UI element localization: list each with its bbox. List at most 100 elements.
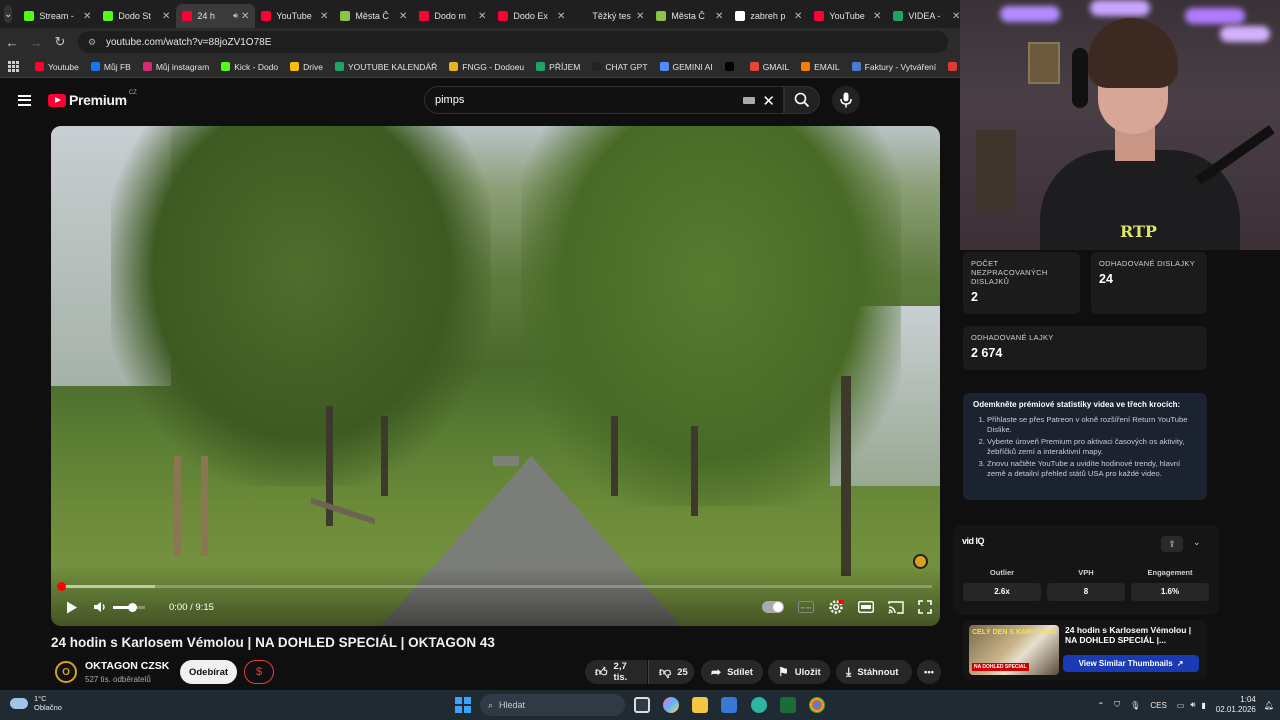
bookmark-item[interactable]: FNGG - Dodoeu xyxy=(449,62,524,72)
notifications-icon[interactable]: 🔔︎ xyxy=(1264,701,1274,710)
browser-tab[interactable]: Dodo St ✕ xyxy=(97,4,176,28)
bookmark-item[interactable]: Můj FB xyxy=(90,62,131,72)
close-tab-icon[interactable]: ✕ xyxy=(399,11,407,22)
subtitles-button[interactable] xyxy=(798,596,814,618)
browser-tab[interactable]: Města Č ✕ xyxy=(650,4,729,28)
back-icon[interactable]: ← xyxy=(0,35,24,50)
speaker-icon[interactable]: 🔊︎ xyxy=(1190,700,1195,710)
progress-bar[interactable] xyxy=(57,582,932,591)
url-field[interactable]: ⚙ youtube.com/watch?v=88joZV1O78E xyxy=(78,31,948,53)
bookmark-label: Youtube xyxy=(48,61,79,72)
close-tab-icon[interactable]: ✕ xyxy=(83,11,91,22)
language-indicator[interactable]: CES xyxy=(1150,701,1166,710)
browser-tab[interactable]: YouTube ✕ xyxy=(808,4,887,28)
browser-tab[interactable]: Těžký tes ✕ xyxy=(571,4,650,28)
reload-icon[interactable]: ↻ xyxy=(48,34,72,50)
microphone-icon xyxy=(840,92,852,108)
bookmark-item[interactable]: Youtube xyxy=(35,62,79,72)
play-button[interactable] xyxy=(65,596,79,618)
browser-tab[interactable]: YouTube ✕ xyxy=(255,4,334,28)
tab-audio-icon[interactable]: 🔊︎ xyxy=(233,11,238,21)
theater-mode-button[interactable] xyxy=(858,596,874,618)
scrubber-handle[interactable] xyxy=(57,582,66,591)
bookmark-item[interactable]: Kick - Dodo xyxy=(221,62,278,72)
forward-icon[interactable]: → xyxy=(24,35,48,50)
cast-button[interactable] xyxy=(888,596,904,618)
bookmark-item[interactable]: Můj instagram xyxy=(142,62,209,72)
voice-search-button[interactable] xyxy=(832,86,860,114)
bookmark-item[interactable]: EMAIL xyxy=(801,62,840,72)
network-icon[interactable]: ▭ xyxy=(1177,701,1185,710)
chevron-up-icon[interactable]: ⌃ xyxy=(1097,701,1104,710)
close-tab-icon[interactable]: ✕ xyxy=(715,11,723,22)
copilot-icon[interactable] xyxy=(663,697,679,713)
close-tab-icon[interactable]: ✕ xyxy=(873,11,881,22)
vidiq-share-button[interactable]: ⇪ xyxy=(1161,536,1183,552)
browser-tab[interactable]: VIDEA - ✕ xyxy=(887,4,966,28)
save-button[interactable]: ⚑ Uložit xyxy=(768,660,830,684)
clear-search-icon[interactable]: ✕ xyxy=(762,92,775,110)
edge-icon[interactable] xyxy=(751,697,767,713)
chrome-icon[interactable] xyxy=(809,697,825,713)
tab-search-icon[interactable]: ⌄ xyxy=(4,5,13,23)
youtube-logo[interactable]: Premium CZ xyxy=(48,90,137,108)
settings-button[interactable] xyxy=(828,596,844,618)
windows-start-icon[interactable] xyxy=(455,697,471,713)
bookmark-item[interactable]: Drive xyxy=(290,62,323,72)
menu-icon[interactable] xyxy=(18,92,31,108)
browser-tab[interactable]: Dodo Ex ✕ xyxy=(492,4,571,28)
keyboard-icon[interactable] xyxy=(743,97,755,104)
close-tab-icon[interactable]: ✕ xyxy=(636,11,644,22)
vpn-icon[interactable]: ⛉ xyxy=(1114,700,1120,710)
volume-slider[interactable] xyxy=(113,602,145,612)
video-player[interactable]: 0:00 / 9:15 xyxy=(51,126,940,626)
close-tab-icon[interactable]: ✕ xyxy=(162,11,170,22)
close-tab-icon[interactable]: ✕ xyxy=(320,11,328,22)
join-button[interactable]: $ xyxy=(244,660,274,684)
file-explorer-icon[interactable] xyxy=(692,697,708,713)
bookmark-item[interactable]: CHAT GPT xyxy=(592,62,648,72)
apps-grid-icon[interactable] xyxy=(8,61,19,72)
channel-name[interactable]: OKTAGON CZSK xyxy=(85,660,169,672)
search-input[interactable]: pimps ✕ xyxy=(424,86,784,114)
clock[interactable]: 1:04 02.01.2026 xyxy=(1216,695,1256,715)
battery-icon[interactable]: ▮ xyxy=(1201,701,1205,710)
bookmark-item[interactable]: YOUTUBE KALENDÁŘ xyxy=(334,62,437,72)
bookmark-item[interactable]: GMAIL xyxy=(749,62,789,72)
chevron-down-icon[interactable]: ⌄ xyxy=(1193,537,1201,548)
browser-tab[interactable]: zabreh p ✕ xyxy=(729,4,808,28)
view-similar-thumbnails-button[interactable]: View Similar Thumbnails ↗ xyxy=(1063,655,1199,672)
browser-tab[interactable]: 24 h 🔊︎ ✕ xyxy=(176,4,256,28)
mic-tray-icon[interactable]: 🎙︎ xyxy=(1130,701,1140,710)
bookmark-icon xyxy=(536,62,546,71)
video-thumbnail[interactable]: CELÝ DEN S KARLOSEM NA DOHLED SPECIAL xyxy=(969,625,1059,675)
channel-avatar[interactable]: O xyxy=(55,661,77,683)
browser-tab[interactable]: Dodo m ✕ xyxy=(413,4,492,28)
close-tab-icon[interactable]: ✕ xyxy=(241,11,249,22)
site-info-icon[interactable]: ⚙ xyxy=(88,37,98,47)
dislike-button[interactable]: 👎︎ 25 xyxy=(648,660,694,684)
close-tab-icon[interactable]: ✕ xyxy=(794,11,802,22)
task-view-icon[interactable] xyxy=(634,697,650,713)
taskbar-search-input[interactable]: ⌕ Hledat xyxy=(480,694,625,716)
weather-widget[interactable]: 1°C Oblačno xyxy=(10,694,62,712)
mute-button[interactable] xyxy=(93,596,107,618)
autoplay-toggle[interactable] xyxy=(762,601,784,613)
bookmark-item[interactable] xyxy=(724,62,738,71)
browser-tab[interactable]: Města Č ✕ xyxy=(334,4,413,28)
bookmark-item[interactable]: Faktury - Vytváření xyxy=(851,62,936,72)
close-tab-icon[interactable]: ✕ xyxy=(557,11,565,22)
bookmark-item[interactable]: GEMINI AI xyxy=(659,62,713,72)
bookmark-item[interactable]: PŘÍJEM xyxy=(536,62,580,72)
close-tab-icon[interactable]: ✕ xyxy=(478,11,486,22)
store-icon[interactable] xyxy=(721,697,737,713)
subscribe-button[interactable]: Odebírat xyxy=(180,660,237,684)
download-button[interactable]: ⤓ Stáhnout xyxy=(836,660,912,684)
like-button[interactable]: 👍︎ 2,7 tis. xyxy=(585,660,647,684)
share-button[interactable]: ➦ Sdílet xyxy=(701,660,763,684)
more-actions-button[interactable]: ••• xyxy=(917,660,941,684)
browser-tab[interactable]: Stream - ✕ xyxy=(18,4,97,28)
search-button[interactable] xyxy=(784,86,820,114)
fullscreen-button[interactable] xyxy=(918,596,932,618)
excel-icon[interactable] xyxy=(780,697,796,713)
